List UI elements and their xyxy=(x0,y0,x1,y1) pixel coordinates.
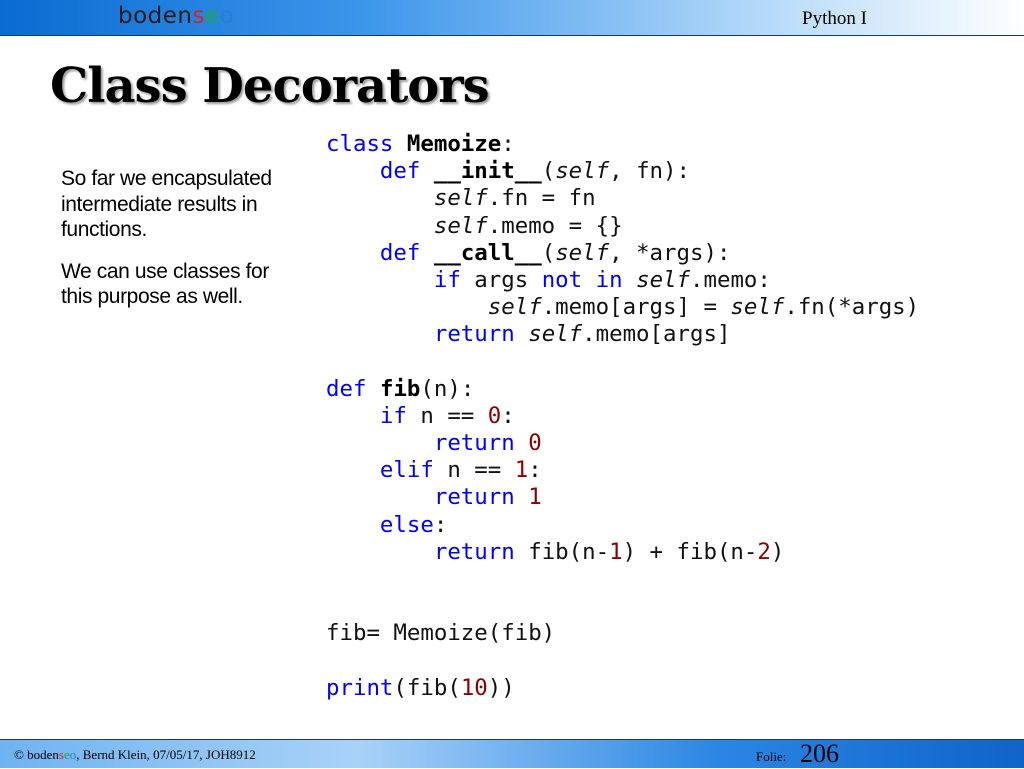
code-line-4: self.memo = {} xyxy=(433,212,623,239)
code-line-blank-2 xyxy=(326,566,919,593)
code-line-12: return 0 xyxy=(433,430,542,457)
code-block: class Memoize: def __init__(self, fn): s… xyxy=(326,131,919,702)
side-paragraph-2: We can use classes for this purpose as w… xyxy=(61,259,269,309)
code-line-8: return self.memo[args] xyxy=(433,321,731,348)
code-line-2: def __init__(self, fn): xyxy=(379,158,690,185)
code-line-13: elif n == 1: xyxy=(379,457,542,484)
code-line-blank-1 xyxy=(326,349,919,376)
code-line-14: return 1 xyxy=(433,484,542,511)
code-line-21: print(fib(10)) xyxy=(326,674,515,701)
footer-bar: © bodenseo, Bernd Klein, 07/05/17, JOH89… xyxy=(0,739,1024,768)
code-line-6: if args not in self.memo: xyxy=(433,266,771,293)
code-line-16: return fib(n-1) + fib(n-2) xyxy=(433,538,785,565)
code-line-15: else: xyxy=(379,511,448,538)
folie-label: Folie: xyxy=(756,749,787,764)
course-title: Python I xyxy=(802,8,867,29)
code-line-7: self.memo[args] = self.fn(*args) xyxy=(487,294,920,321)
footer-logo: bodenseo xyxy=(27,747,77,762)
code-line-10: def fib(n): xyxy=(326,375,475,402)
header-bar: bodenseo Python I xyxy=(0,0,1024,36)
bodenseo-logo: bodenseo xyxy=(118,3,235,29)
code-line-11: if n == 0: xyxy=(379,402,515,429)
code-line-5: def __call__(self, *args): xyxy=(379,239,731,266)
code-line-1: class Memoize: xyxy=(326,131,515,157)
side-paragraph-1: So far we encapsulated intermediate resu… xyxy=(61,167,272,241)
code-line-19: fib= Memoize(fib) xyxy=(326,620,556,647)
slide-title: Class Decorators xyxy=(50,58,490,114)
folie-number: 206 xyxy=(800,739,839,768)
footer-copyright: © bodenseo, Bernd Klein, 07/05/17, JOH89… xyxy=(14,747,256,762)
code-line-blank-3 xyxy=(326,593,919,620)
side-text: So far we encapsulated intermediate resu… xyxy=(61,166,291,326)
code-line-blank-4 xyxy=(326,648,919,675)
code-line-3: self.fn = fn xyxy=(433,185,596,212)
